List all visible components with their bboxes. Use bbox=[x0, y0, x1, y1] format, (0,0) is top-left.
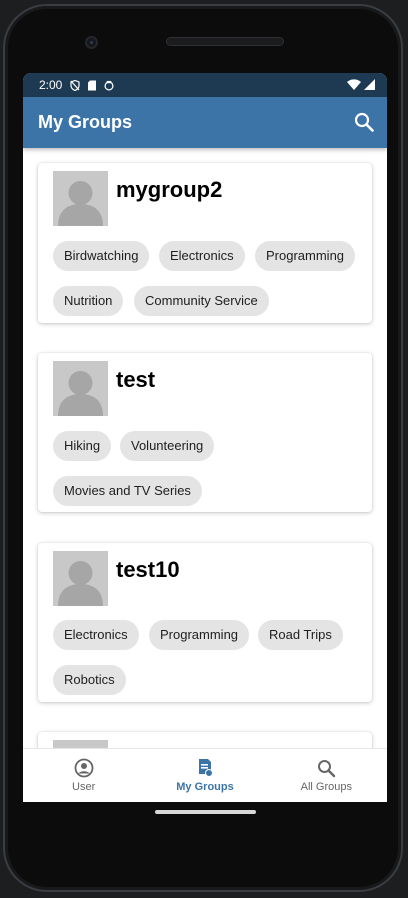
nav-label: All Groups bbox=[300, 781, 352, 793]
app-bar: My Groups bbox=[23, 97, 387, 148]
tag-chip: Road Trips bbox=[258, 620, 343, 650]
group-avatar bbox=[53, 171, 108, 226]
tag-chip: Robotics bbox=[53, 665, 126, 695]
person-placeholder-icon bbox=[58, 181, 103, 226]
earpiece-speaker bbox=[166, 37, 284, 46]
tag-chip: Volunteering bbox=[120, 431, 215, 461]
nav-label: My Groups bbox=[176, 781, 234, 793]
status-time: 2:00 bbox=[39, 78, 63, 92]
group-card[interactable]: test10 Electronics Programming Road Trip… bbox=[38, 543, 372, 702]
cell-signal-icon bbox=[364, 79, 375, 90]
tag-chip: Programming bbox=[149, 620, 250, 650]
group-card[interactable]: mygroup2 Birdwatching Electronics Progra… bbox=[38, 163, 372, 323]
group-list: mygroup2 Birdwatching Electronics Progra… bbox=[23, 148, 387, 748]
app-screen: 2:00 My Groups mygroup2 Birdwatching Ele… bbox=[23, 73, 387, 802]
page-title: My Groups bbox=[38, 112, 133, 132]
tag-chip: Nutrition bbox=[53, 286, 124, 316]
group-name: mygroup2 bbox=[116, 177, 223, 202]
front-camera bbox=[85, 36, 98, 49]
group-avatar bbox=[53, 740, 108, 748]
nav-item-user[interactable]: User bbox=[23, 749, 144, 802]
tag-chip: Electronics bbox=[53, 620, 139, 650]
tag-chip: Movies and TV Series bbox=[53, 476, 202, 506]
status-right-icons bbox=[347, 79, 375, 90]
person-placeholder-icon bbox=[53, 740, 108, 748]
person-placeholder-icon bbox=[58, 371, 103, 416]
tag-chip: Electronics bbox=[159, 241, 245, 271]
wifi-icon bbox=[347, 79, 361, 90]
group-avatar bbox=[53, 361, 108, 416]
status-bar: 2:00 bbox=[23, 73, 387, 97]
group-avatar bbox=[53, 551, 108, 606]
nav-item-all-groups[interactable]: All Groups bbox=[266, 749, 387, 802]
sd-card-icon bbox=[88, 80, 97, 90]
group-card[interactable]: test Hiking Volunteering Movies and TV S… bbox=[38, 353, 372, 512]
shield-off-icon bbox=[70, 79, 80, 91]
tag-chip: Community Service bbox=[134, 286, 269, 316]
nav-label: User bbox=[72, 781, 96, 793]
tag-chip: Hiking bbox=[53, 431, 112, 461]
group-card[interactable]: test12 bbox=[38, 732, 372, 748]
account-circle-icon bbox=[74, 758, 94, 778]
group-name: test bbox=[116, 367, 156, 392]
app-notification-icon bbox=[104, 80, 114, 91]
search-icon bbox=[318, 760, 336, 778]
group-name: test10 bbox=[116, 557, 180, 582]
person-placeholder-icon bbox=[58, 561, 103, 606]
group-list-icon bbox=[198, 759, 213, 777]
tag-chip: Birdwatching bbox=[53, 241, 150, 271]
search-icon[interactable] bbox=[353, 111, 375, 133]
nav-item-my-groups[interactable]: My Groups bbox=[144, 749, 265, 802]
home-indicator[interactable] bbox=[155, 810, 256, 814]
bottom-navigation: User My Groups All Groups bbox=[23, 748, 387, 802]
tag-chip: Programming bbox=[255, 241, 356, 271]
